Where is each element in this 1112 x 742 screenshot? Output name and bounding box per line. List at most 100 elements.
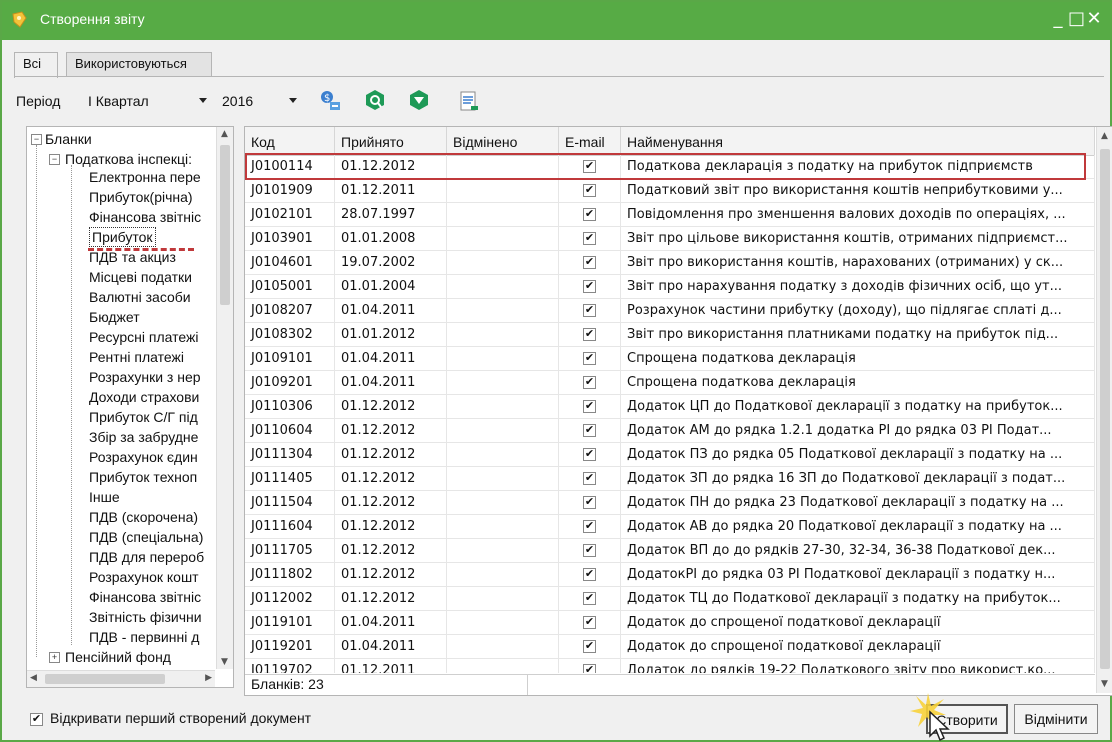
email-checkbox[interactable]: ✔ bbox=[583, 520, 596, 533]
search-icon[interactable] bbox=[362, 88, 388, 114]
table-row[interactable]: J0109101 01.04.2011 Спрощена податкова дек… bbox=[245, 347, 1095, 371]
table-row[interactable]: J0110604 01.12.2012 Додаток АМ до рядка 1.… bbox=[245, 419, 1095, 443]
table-row[interactable]: J0103901 01.01.2008 Звіт про цільове викор… bbox=[245, 227, 1095, 251]
email-checkbox[interactable]: ✔ bbox=[583, 256, 596, 269]
tree-item[interactable]: ПДВ - первинні д bbox=[89, 627, 199, 647]
tree-item[interactable]: Розрахунок єдин bbox=[89, 447, 198, 467]
column-header-email[interactable]: E-mail bbox=[559, 127, 621, 155]
tree-scroll-thumb[interactable] bbox=[220, 145, 230, 305]
tree-item-selected[interactable]: Прибуток bbox=[89, 227, 156, 247]
tree-item[interactable]: Валютні засоби bbox=[89, 287, 191, 307]
tree-item[interactable]: Прибуток(річна) bbox=[89, 187, 193, 207]
tree-vertical-scrollbar[interactable]: ▲ ▼ bbox=[216, 127, 233, 669]
tree-item[interactable]: Електронна пере bbox=[89, 167, 201, 187]
tree-horizontal-scrollbar[interactable]: ◀ ▶ bbox=[27, 670, 215, 687]
column-header-code[interactable]: Код bbox=[245, 127, 335, 155]
table-row[interactable]: J0111604 01.12.2012 Додаток АВ до рядка 20… bbox=[245, 515, 1095, 539]
tree-item[interactable]: Збір за забрудне bbox=[89, 427, 198, 447]
scroll-up-icon[interactable]: ▲ bbox=[221, 129, 228, 139]
tree-group-tax[interactable]: Податкова інспекці: bbox=[65, 149, 192, 169]
table-row[interactable]: J0119101 01.04.2011 Додаток до спрощеної п… bbox=[245, 611, 1095, 635]
tree-item[interactable]: Бюджет bbox=[89, 307, 140, 327]
table-row[interactable]: J0108207 01.04.2011 Розрахунок частини при… bbox=[245, 299, 1095, 323]
table-row[interactable]: J0108302 01.01.2012 Звіт про використання … bbox=[245, 323, 1095, 347]
tree-item[interactable]: Рентні платежі bbox=[89, 347, 184, 367]
email-checkbox[interactable]: ✔ bbox=[583, 400, 596, 413]
email-checkbox[interactable]: ✔ bbox=[583, 184, 596, 197]
email-checkbox[interactable]: ✔ bbox=[583, 664, 596, 673]
open-first-checkbox[interactable]: ✔ bbox=[30, 713, 43, 726]
scroll-down-icon[interactable]: ▼ bbox=[221, 657, 228, 667]
table-row[interactable]: J0112002 01.12.2012 Додаток ТЦ до Податков… bbox=[245, 587, 1095, 611]
table-row[interactable]: J0111405 01.12.2012 Додаток ЗП до рядка 16… bbox=[245, 467, 1095, 491]
tree-root[interactable]: Бланки bbox=[45, 129, 92, 149]
email-checkbox[interactable]: ✔ bbox=[583, 376, 596, 389]
grid-scroll-thumb[interactable] bbox=[1100, 149, 1110, 669]
scroll-left-icon[interactable]: ◀ bbox=[30, 673, 37, 683]
tree-item[interactable]: Ресурсні платежі bbox=[89, 327, 198, 347]
table-row[interactable]: J0100114 01.12.2012 Податкова декларація з… bbox=[245, 155, 1095, 179]
expand-icon[interactable]: + bbox=[49, 652, 60, 663]
document-icon[interactable] bbox=[456, 88, 482, 114]
quarter-select[interactable]: I Квартал bbox=[88, 88, 224, 114]
tab-used[interactable]: Використовуються bbox=[66, 52, 212, 76]
tree-item[interactable]: ПДВ (скорочена) bbox=[89, 507, 198, 527]
email-checkbox[interactable]: ✔ bbox=[583, 496, 596, 509]
email-checkbox[interactable]: ✔ bbox=[583, 328, 596, 341]
email-checkbox[interactable]: ✔ bbox=[583, 160, 596, 173]
table-row[interactable]: J0105001 01.01.2004 Звіт про нарахування п… bbox=[245, 275, 1095, 299]
table-row[interactable]: J0119702 01.12.2011 Додаток до рядків 19-2… bbox=[245, 659, 1095, 673]
scroll-down-icon[interactable]: ▼ bbox=[1101, 679, 1108, 689]
email-checkbox[interactable]: ✔ bbox=[583, 448, 596, 461]
email-checkbox[interactable]: ✔ bbox=[583, 640, 596, 653]
tree-item[interactable]: Звітність фізични bbox=[89, 607, 202, 627]
cancel-button[interactable]: Відмінити bbox=[1014, 704, 1098, 734]
email-checkbox[interactable]: ✔ bbox=[583, 544, 596, 557]
table-row[interactable]: J0104601 19.07.2002 Звіт про використання … bbox=[245, 251, 1095, 275]
email-checkbox[interactable]: ✔ bbox=[583, 616, 596, 629]
table-row[interactable]: J0101909 01.12.2011 Податковий звіт про ви… bbox=[245, 179, 1095, 203]
tree-item[interactable]: Фінансова звітніс bbox=[89, 207, 201, 227]
tree-item[interactable]: Розрахунки з нер bbox=[89, 367, 201, 387]
email-checkbox[interactable]: ✔ bbox=[583, 472, 596, 485]
tree-item[interactable]: Інше bbox=[89, 487, 120, 507]
email-checkbox[interactable]: ✔ bbox=[583, 232, 596, 245]
table-row[interactable]: J0111705 01.12.2012 Додаток ВП до до рядкі… bbox=[245, 539, 1095, 563]
email-checkbox[interactable]: ✔ bbox=[583, 424, 596, 437]
email-checkbox[interactable]: ✔ bbox=[583, 208, 596, 221]
tree-item[interactable]: ПДВ для перероб bbox=[89, 547, 204, 567]
tree-hscroll-thumb[interactable] bbox=[45, 674, 165, 684]
email-checkbox[interactable]: ✔ bbox=[583, 352, 596, 365]
email-checkbox[interactable]: ✔ bbox=[583, 592, 596, 605]
table-row[interactable]: J0110306 01.12.2012 Додаток ЦП до Податков… bbox=[245, 395, 1095, 419]
close-button[interactable]: ✕ bbox=[1086, 8, 1104, 29]
shield-icon[interactable] bbox=[406, 88, 432, 114]
tree-item[interactable]: ПДВ (спеціальна) bbox=[89, 527, 203, 547]
scroll-up-icon[interactable]: ▲ bbox=[1101, 131, 1108, 141]
column-header-cancelled[interactable]: Відмінено bbox=[447, 127, 559, 155]
grid-vertical-scrollbar[interactable]: ▲ ▼ bbox=[1096, 127, 1112, 693]
tree-item[interactable]: Прибуток техноп bbox=[89, 467, 197, 487]
scroll-right-icon[interactable]: ▶ bbox=[205, 673, 212, 683]
collapse-icon[interactable]: − bbox=[49, 154, 60, 165]
tree-item[interactable]: Прибуток С/Г під bbox=[89, 407, 198, 427]
tree-item[interactable]: Доходи страхови bbox=[89, 387, 199, 407]
table-row[interactable]: J0102101 28.07.1997 Повідомлення про зменш… bbox=[245, 203, 1095, 227]
maximize-button[interactable]: □ bbox=[1068, 8, 1086, 29]
email-checkbox[interactable]: ✔ bbox=[583, 304, 596, 317]
table-row[interactable]: J0111304 01.12.2012 Додаток ПЗ до рядка 05… bbox=[245, 443, 1095, 467]
tree-group-pension[interactable]: Пенсійний фонд bbox=[65, 647, 171, 667]
tab-all[interactable]: Всі bbox=[14, 52, 58, 78]
table-row[interactable]: J0111802 01.12.2012 ДодатокРІ до рядка 03 … bbox=[245, 563, 1095, 587]
tree-item[interactable]: Фінансова звітніс bbox=[89, 587, 201, 607]
table-row[interactable]: J0111504 01.12.2012 Додаток ПН до рядка 23… bbox=[245, 491, 1095, 515]
minimize-button[interactable]: _ bbox=[1050, 8, 1068, 29]
tree-item[interactable]: Розрахунок кошт bbox=[89, 567, 199, 587]
year-select[interactable]: 2016 bbox=[222, 88, 308, 114]
email-checkbox[interactable]: ✔ bbox=[583, 280, 596, 293]
column-header-name[interactable]: Найменування bbox=[621, 127, 1095, 155]
email-checkbox[interactable]: ✔ bbox=[583, 568, 596, 581]
table-row[interactable]: J0119201 01.04.2011 Додаток до спрощеної п… bbox=[245, 635, 1095, 659]
column-header-accepted[interactable]: Прийнято bbox=[335, 127, 447, 155]
tree-item[interactable]: Місцеві податки bbox=[89, 267, 192, 287]
